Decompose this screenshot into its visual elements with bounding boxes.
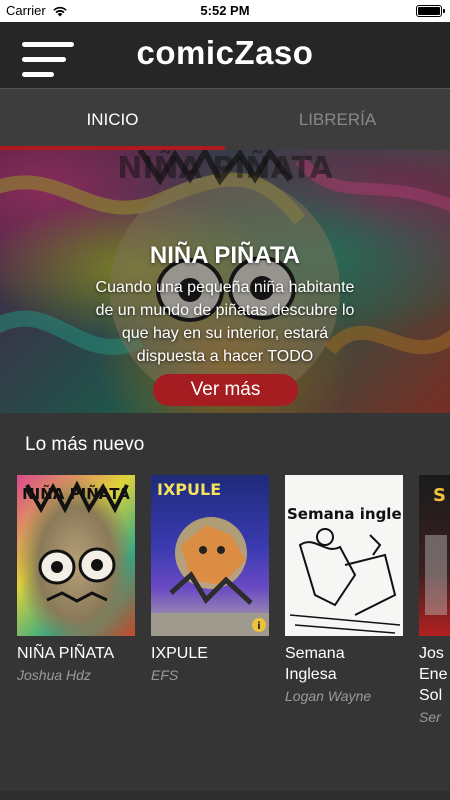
comic-author: Joshua Hdz (17, 667, 91, 683)
hero-title: NIÑA PIÑATA (149, 242, 301, 269)
tab-libreria[interactable]: LIBRERÍA (225, 89, 450, 147)
comic-card-partial[interactable]: S Jos Ene Sol Ser (419, 475, 450, 725)
tab-inicio[interactable]: INICIO (0, 89, 225, 147)
comic-cover[interactable]: Semana ingle (285, 475, 403, 636)
cover-lettering: S (433, 485, 446, 506)
cover-lettering: NIÑA PIÑATA (22, 484, 130, 503)
comic-author: EFS (151, 667, 179, 683)
status-time: 5:52 PM (200, 3, 250, 18)
comic-cover[interactable]: NIÑA PIÑATA (17, 475, 135, 636)
battery-icon (416, 5, 445, 17)
comic-title: NIÑA PIÑATA (17, 645, 115, 662)
nav-bar: comicZaso (0, 22, 450, 88)
cover-artwork: NIÑA PIÑATA (22, 480, 130, 603)
app-title: comicZaso (136, 34, 314, 71)
comic-carousel[interactable]: NIÑA PIÑATA NIÑA PIÑATA Joshua Hdz IXPUL… (0, 475, 450, 735)
cover-artwork: Semana ingle (287, 505, 402, 634)
hero-banner[interactable]: NIÑA PIÑATA NIÑA PIÑATA Cuando una peque… (0, 150, 450, 413)
bottom-edge (0, 791, 450, 800)
comic-cover[interactable]: IXPULE i (151, 475, 269, 636)
cover-lettering: IXPULE (157, 480, 221, 499)
comic-title: Semana Inglesa (285, 645, 345, 683)
comic-cover[interactable]: S (419, 475, 450, 636)
cover-artwork: S (425, 485, 447, 615)
comic-card-ixpule[interactable]: IXPULE i IXPULE EFS (151, 475, 269, 683)
cover-lettering: Semana ingle (287, 505, 402, 523)
comic-card-nina-pinata[interactable]: NIÑA PIÑATA NIÑA PIÑATA Joshua Hdz (17, 475, 135, 683)
ver-mas-button[interactable]: Ver más (153, 374, 298, 406)
comic-author: Ser (419, 709, 441, 725)
comic-author: Logan Wayne (285, 688, 372, 704)
comic-title: IXPULE (151, 645, 208, 662)
section-title: Lo más nuevo (25, 434, 145, 455)
comic-title: Jos Ene Sol (419, 645, 448, 704)
status-bar: Carrier 5:52 PM (0, 0, 450, 22)
hero-description: Cuando una pequeña niña habitante de un … (95, 279, 355, 365)
tab-bar: INICIO LIBRERÍA (0, 88, 450, 151)
cover-artwork: IXPULE i (151, 480, 269, 636)
comic-card-semana-inglesa[interactable]: Semana ingle Semana Inglesa Logan Wayne (285, 475, 403, 704)
svg-text:i: i (257, 621, 260, 632)
